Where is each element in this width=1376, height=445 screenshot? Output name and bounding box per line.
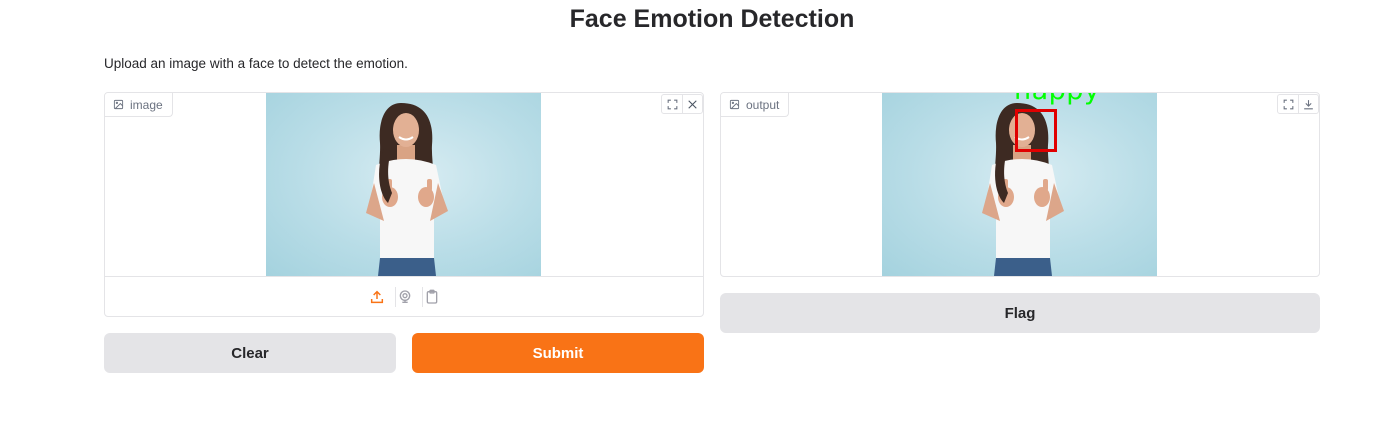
input-image-panel[interactable]: image	[104, 92, 704, 317]
download-icon	[1304, 99, 1313, 109]
fullscreen-icon	[1283, 99, 1293, 109]
fullscreen-button[interactable]	[1278, 95, 1298, 113]
upload-button[interactable]	[368, 287, 387, 307]
input-image	[266, 93, 541, 276]
image-icon	[729, 99, 740, 110]
download-button[interactable]	[1298, 95, 1318, 113]
output-image-panel: output happy	[720, 92, 1320, 277]
image-icon	[113, 99, 124, 110]
webcam-icon	[399, 289, 410, 303]
input-image-label-text: image	[130, 97, 163, 112]
webcam-button[interactable]	[394, 286, 414, 307]
face-bounding-box	[1015, 109, 1057, 152]
clipboard-button[interactable]	[421, 286, 441, 307]
input-image-actions	[661, 94, 703, 114]
output-image-actions	[1277, 94, 1319, 114]
woman-thumbs-up-photo	[366, 103, 448, 276]
flag-button[interactable]: Flag	[720, 293, 1320, 333]
output-image: happy	[882, 93, 1157, 276]
close-icon	[688, 99, 697, 109]
emotion-label-overlay: happy	[1014, 93, 1100, 106]
page-description: Upload an image with a face to detect th…	[104, 56, 408, 71]
page-title: Face Emotion Detection	[569, 5, 855, 33]
submit-button[interactable]: Submit	[412, 333, 704, 373]
clear-image-button[interactable]	[682, 95, 702, 113]
output-image-label: output	[721, 93, 790, 117]
input-image-label: image	[105, 93, 173, 117]
fullscreen-button[interactable]	[662, 95, 682, 113]
fullscreen-icon	[667, 99, 677, 109]
clear-button[interactable]: Clear	[104, 333, 396, 373]
output-image-label-text: output	[746, 97, 780, 112]
clipboard-icon	[426, 289, 437, 304]
upload-icon	[370, 290, 384, 303]
image-source-bar	[105, 276, 703, 316]
